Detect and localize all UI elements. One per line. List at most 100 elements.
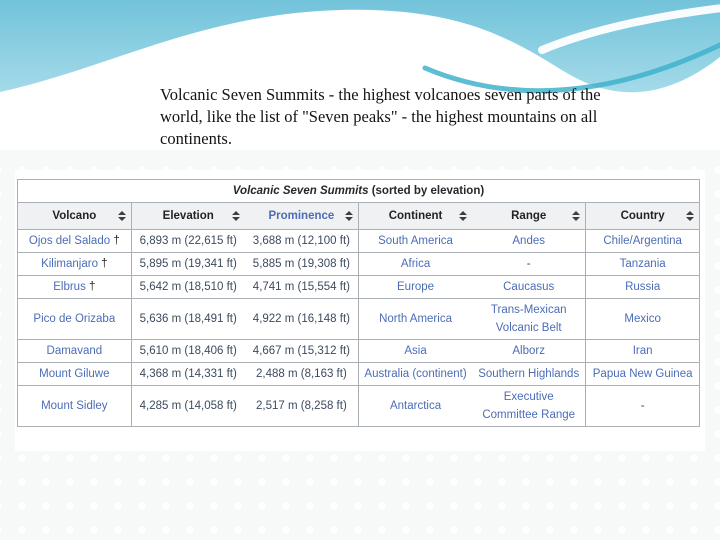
table-cell: Pico de Orizaba	[17, 298, 132, 340]
country-link[interactable]: Papua New Guinea	[593, 368, 693, 380]
slide-title: Volcanic Seven Summits - the highest vol…	[160, 85, 601, 148]
table-cell: Mexico	[585, 298, 700, 340]
column-header-range[interactable]: Range	[472, 202, 587, 230]
sort-arrows-icon[interactable]	[686, 211, 694, 221]
range-link[interactable]: Southern Highlands	[478, 368, 579, 380]
column-header-volcano[interactable]: Volcano	[17, 202, 132, 230]
volcano-link[interactable]: Elbrus	[53, 281, 86, 293]
table-cell: 5,610 m (18,406 ft)	[131, 339, 245, 363]
table-cell: Papua New Guinea	[585, 362, 700, 386]
volcano-link[interactable]: Damavand	[47, 345, 103, 357]
table-caption-title: Volcanic Seven Summits	[232, 185, 369, 197]
table-body: Ojos del Salado † 6,893 m (22,615 ft) 3,68…	[17, 229, 700, 427]
range-empty: -	[526, 258, 531, 270]
column-label-volcano: Volcano	[52, 210, 97, 222]
table-cell: 5,636 m (18,491 ft)	[131, 298, 245, 340]
table-cell: 4,285 m (14,058 ft)	[131, 385, 245, 427]
sort-arrows-icon[interactable]	[459, 211, 468, 221]
column-header-country[interactable]: Country	[585, 202, 700, 230]
range-link[interactable]: Executive Committee Range	[482, 391, 575, 421]
country-link[interactable]: Mexico	[624, 313, 660, 325]
table-row: Pico de Orizaba 5,636 m (18,491 ft) 4,922 …	[17, 298, 700, 340]
sort-arrows-icon[interactable]	[344, 211, 353, 221]
country-link[interactable]: Iran	[633, 345, 653, 357]
table-cell: 2,517 m (8,258 ft)	[244, 385, 359, 427]
prominence-value: 3,688 m (12,100 ft)	[252, 235, 350, 247]
table-cell: 4,922 m (16,148 ft)	[244, 298, 359, 340]
table-cell: Kilimanjaro †	[17, 252, 132, 276]
column-label-elevation: Elevation	[162, 210, 214, 222]
table-cell: 5,642 m (18,510 ft)	[131, 275, 245, 299]
table-row: Elbrus † 5,642 m (18,510 ft) 4,741 m (15,5…	[17, 275, 700, 299]
range-link[interactable]: Trans-Mexican Volcanic Belt	[491, 304, 567, 334]
sort-arrows-icon[interactable]	[117, 211, 126, 221]
table-row: Kilimanjaro † 5,895 m (19,341 ft) 5,885 m …	[17, 252, 700, 276]
volcanic-seven-summits-table: Volcanic Seven Summits (sorted by elevat…	[17, 179, 700, 427]
country-empty: -	[640, 400, 645, 412]
prominence-value: 2,488 m (8,163 ft)	[256, 368, 347, 380]
table-cell: North America	[358, 298, 473, 340]
sort-arrows-icon[interactable]	[231, 211, 240, 221]
table-cell: 5,885 m (19,308 ft)	[244, 252, 359, 276]
table-cell: 4,741 m (15,554 ft)	[244, 275, 359, 299]
volcano-link[interactable]: Pico de Orizaba	[33, 313, 115, 325]
volcano-link[interactable]: Mount Giluwe	[39, 368, 109, 380]
continent-link[interactable]: South America	[378, 235, 453, 247]
table-cell: Tanzania	[585, 252, 700, 276]
table-cell: 4,368 m (14,331 ft)	[131, 362, 245, 386]
presentation-slide: Volcanic Seven Summits - the highest vol…	[0, 0, 720, 540]
volcano-link[interactable]: Ojos del Salado	[29, 235, 110, 247]
table-cell: Mount Sidley	[17, 385, 132, 427]
elevation-value: 6,893 m (22,615 ft)	[139, 235, 237, 247]
column-label-prominence: Prominence	[268, 210, 335, 222]
column-header-elevation[interactable]: Elevation	[131, 202, 245, 230]
table-cell: Mount Giluwe	[17, 362, 132, 386]
column-header-row: Volcano Elevation Prominence Continent Range…	[17, 202, 700, 230]
table-head: Volcanic Seven Summits (sorted by elevat…	[17, 179, 700, 230]
column-label-country: Country	[620, 210, 665, 222]
column-label-continent: Continent	[388, 210, 443, 222]
continent-link[interactable]: Africa	[401, 258, 430, 270]
table-cell: -	[585, 385, 700, 427]
elevation-value: 5,610 m (18,406 ft)	[139, 345, 237, 357]
table-cell: 3,688 m (12,100 ft)	[244, 229, 359, 253]
prominence-value: 4,922 m (16,148 ft)	[252, 313, 350, 325]
table-cell: South America	[358, 229, 473, 253]
continent-link[interactable]: North America	[379, 313, 452, 325]
table-cell: Europe	[358, 275, 473, 299]
prominence-value: 2,517 m (8,258 ft)	[256, 400, 347, 412]
table-caption: Volcanic Seven Summits (sorted by elevat…	[17, 179, 700, 203]
table-cell: Antarctica	[358, 385, 473, 427]
range-link[interactable]: Andes	[512, 235, 545, 247]
column-header-continent[interactable]: Continent	[358, 202, 473, 230]
country-link[interactable]: Chile/Argentina	[603, 235, 682, 247]
table-cell: Caucasus	[472, 275, 587, 299]
range-link[interactable]: Alborz	[512, 345, 545, 357]
elevation-value: 5,636 m (18,491 ft)	[139, 313, 237, 325]
table-row: Mount Sidley 4,285 m (14,058 ft) 2,517 m (…	[17, 385, 700, 427]
elevation-value: 4,368 m (14,331 ft)	[139, 368, 237, 380]
table-cell: 2,488 m (8,163 ft)	[244, 362, 359, 386]
table-row: Ojos del Salado † 6,893 m (22,615 ft) 3,68…	[17, 229, 700, 253]
table-caption-subtitle: (sorted by elevation)	[368, 185, 485, 197]
country-link[interactable]: Russia	[625, 281, 660, 293]
sort-arrows-icon[interactable]	[572, 211, 581, 221]
column-label-range: Range	[511, 210, 547, 222]
table-cell: Africa	[358, 252, 473, 276]
table-caption-row: Volcanic Seven Summits (sorted by elevat…	[17, 179, 700, 203]
table-cell: Russia	[585, 275, 700, 299]
continent-link[interactable]: Asia	[404, 345, 426, 357]
table-cell: Executive Committee Range	[472, 385, 587, 427]
volcano-link[interactable]: Kilimanjaro	[41, 258, 98, 270]
continent-link[interactable]: Europe	[397, 281, 434, 293]
table-cell: Elbrus †	[17, 275, 132, 299]
range-link[interactable]: Caucasus	[503, 281, 554, 293]
column-header-prominence[interactable]: Prominence	[244, 202, 359, 230]
table-cell: Chile/Argentina	[585, 229, 700, 253]
volcano-link[interactable]: Mount Sidley	[41, 400, 107, 412]
prominence-value: 4,667 m (15,312 ft)	[252, 345, 350, 357]
table-screenshot-panel: Volcanic Seven Summits (sorted by elevat…	[15, 170, 705, 451]
continent-link[interactable]: Antarctica	[390, 400, 441, 412]
country-link[interactable]: Tanzania	[620, 258, 666, 270]
continent-link[interactable]: Australia (continent)	[364, 368, 466, 380]
